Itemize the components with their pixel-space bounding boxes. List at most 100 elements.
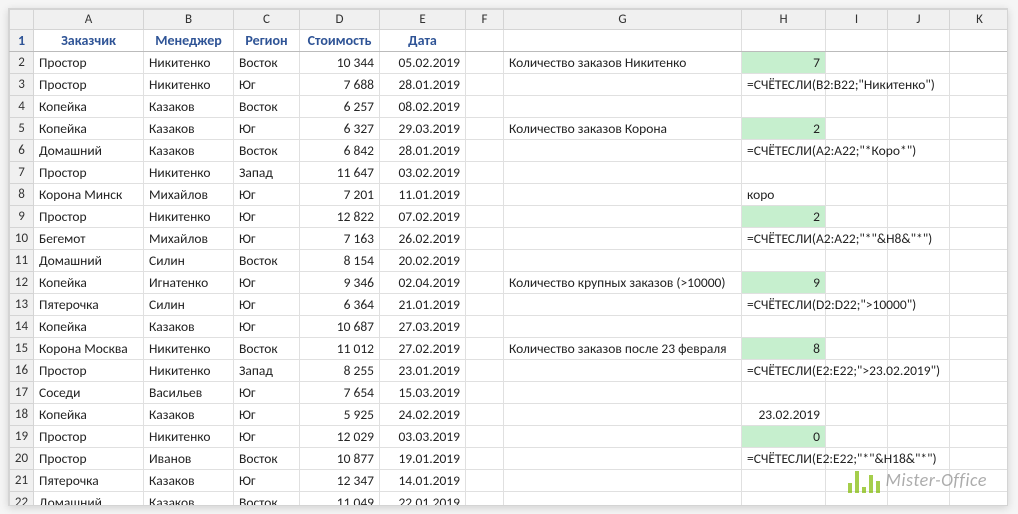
cell-G16[interactable]: [504, 360, 742, 382]
cell-A6[interactable]: Домашний: [34, 140, 144, 162]
cell-H12[interactable]: 9: [742, 272, 826, 294]
cell-B17[interactable]: Васильев: [144, 382, 234, 404]
row-header[interactable]: 2: [10, 52, 34, 74]
cell-G6[interactable]: [504, 140, 742, 162]
cell-G8[interactable]: [504, 184, 742, 206]
cell-C2[interactable]: Восток: [234, 52, 300, 74]
cell-E11[interactable]: 20.02.2019: [380, 250, 466, 272]
cell-E19[interactable]: 03.03.2019: [380, 426, 466, 448]
cell-K12[interactable]: [950, 272, 1009, 294]
cell-A14[interactable]: Копейка: [34, 316, 144, 338]
row-header[interactable]: 19: [10, 426, 34, 448]
cell-B1[interactable]: Менеджер: [144, 30, 234, 52]
cell-F12[interactable]: [466, 272, 504, 294]
cell-J15[interactable]: [888, 338, 950, 360]
cell-C5[interactable]: Юг: [234, 118, 300, 140]
cell-A16[interactable]: Простор: [34, 360, 144, 382]
cell-A10[interactable]: Бегемот: [34, 228, 144, 250]
row-header[interactable]: 4: [10, 96, 34, 118]
cell-H15[interactable]: 8: [742, 338, 826, 360]
cell-J22[interactable]: [888, 492, 950, 507]
cell-F22[interactable]: [466, 492, 504, 507]
col-header-K[interactable]: K: [950, 10, 1009, 30]
cell-D20[interactable]: 10 877: [300, 448, 380, 470]
cell-C18[interactable]: Юг: [234, 404, 300, 426]
cell-A11[interactable]: Домашний: [34, 250, 144, 272]
cell-G2[interactable]: Количество заказов Никитенко: [504, 52, 742, 74]
cell-I5[interactable]: [826, 118, 888, 140]
cell-G12[interactable]: Количество крупных заказов (>10000): [504, 272, 742, 294]
col-header-G[interactable]: G: [504, 10, 742, 30]
cell-E21[interactable]: 14.01.2019: [380, 470, 466, 492]
cell-B6[interactable]: Казаков: [144, 140, 234, 162]
cell-B12[interactable]: Игнатенко: [144, 272, 234, 294]
cell-G19[interactable]: [504, 426, 742, 448]
cell-B11[interactable]: Силин: [144, 250, 234, 272]
cell-D11[interactable]: 8 154: [300, 250, 380, 272]
cell-J14[interactable]: [888, 316, 950, 338]
cell-G11[interactable]: [504, 250, 742, 272]
spreadsheet[interactable]: ABCDEFGHIJK 1ЗаказчикМенеджерРегионСтоим…: [8, 8, 1008, 506]
cell-B16[interactable]: Никитенко: [144, 360, 234, 382]
cell-E6[interactable]: 28.01.2019: [380, 140, 466, 162]
cell-E1[interactable]: Дата: [380, 30, 466, 52]
cell-K8[interactable]: [950, 184, 1009, 206]
cell-F4[interactable]: [466, 96, 504, 118]
cell-H3[interactable]: =СЧЁТЕСЛИ(B2:B22;"Никитенко"): [742, 74, 826, 96]
cell-B8[interactable]: Михайлов: [144, 184, 234, 206]
cell-F7[interactable]: [466, 162, 504, 184]
cell-E7[interactable]: 03.02.2019: [380, 162, 466, 184]
cell-E17[interactable]: 15.03.2019: [380, 382, 466, 404]
cell-C13[interactable]: Юг: [234, 294, 300, 316]
cell-F13[interactable]: [466, 294, 504, 316]
cell-E16[interactable]: 23.01.2019: [380, 360, 466, 382]
cell-G7[interactable]: [504, 162, 742, 184]
cell-K22[interactable]: [950, 492, 1009, 507]
cell-F6[interactable]: [466, 140, 504, 162]
cell-J8[interactable]: [888, 184, 950, 206]
cell-I22[interactable]: [826, 492, 888, 507]
cell-K9[interactable]: [950, 206, 1009, 228]
row-header[interactable]: 5: [10, 118, 34, 140]
cell-I11[interactable]: [826, 250, 888, 272]
cell-G9[interactable]: [504, 206, 742, 228]
row-header[interactable]: 3: [10, 74, 34, 96]
cell-C12[interactable]: Юг: [234, 272, 300, 294]
cell-E20[interactable]: 19.01.2019: [380, 448, 466, 470]
cell-H10[interactable]: =СЧЁТЕСЛИ(A2:A22;"*"&H8&"*"): [742, 228, 826, 250]
col-header-E[interactable]: E: [380, 10, 466, 30]
cell-E2[interactable]: 05.02.2019: [380, 52, 466, 74]
cell-H9[interactable]: 2: [742, 206, 826, 228]
cell-C9[interactable]: Юг: [234, 206, 300, 228]
cell-J18[interactable]: [888, 404, 950, 426]
row-header[interactable]: 17: [10, 382, 34, 404]
cell-J4[interactable]: [888, 96, 950, 118]
row-header[interactable]: 11: [10, 250, 34, 272]
cell-A13[interactable]: Пятерочка: [34, 294, 144, 316]
cell-G20[interactable]: [504, 448, 742, 470]
cell-G18[interactable]: [504, 404, 742, 426]
cell-I1[interactable]: [826, 30, 888, 52]
cell-E9[interactable]: 07.02.2019: [380, 206, 466, 228]
row-header[interactable]: 20: [10, 448, 34, 470]
cell-G3[interactable]: [504, 74, 742, 96]
cell-D18[interactable]: 5 925: [300, 404, 380, 426]
cell-F16[interactable]: [466, 360, 504, 382]
cell-G1[interactable]: [504, 30, 742, 52]
cell-C15[interactable]: Восток: [234, 338, 300, 360]
cell-K20[interactable]: [950, 448, 1009, 470]
col-header-F[interactable]: F: [466, 10, 504, 30]
cell-D9[interactable]: 12 822: [300, 206, 380, 228]
cell-C3[interactable]: Юг: [234, 74, 300, 96]
cell-A22[interactable]: Домашний: [34, 492, 144, 507]
cell-C6[interactable]: Восток: [234, 140, 300, 162]
cell-H14[interactable]: [742, 316, 826, 338]
cell-F19[interactable]: [466, 426, 504, 448]
cell-C22[interactable]: Восток: [234, 492, 300, 507]
cell-E3[interactable]: 28.01.2019: [380, 74, 466, 96]
col-header-J[interactable]: J: [888, 10, 950, 30]
cell-D14[interactable]: 10 687: [300, 316, 380, 338]
cell-H19[interactable]: 0: [742, 426, 826, 448]
cell-F3[interactable]: [466, 74, 504, 96]
col-header-I[interactable]: I: [826, 10, 888, 30]
